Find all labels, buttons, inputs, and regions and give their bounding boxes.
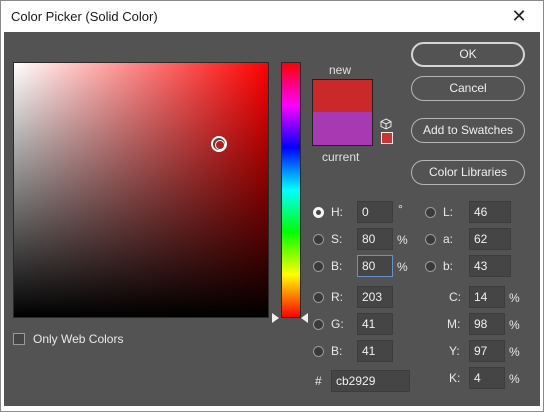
unit-s: % (397, 233, 408, 247)
color-libraries-button[interactable]: Color Libraries (411, 160, 525, 185)
cube-icon[interactable] (380, 118, 392, 130)
label-y: Y: (449, 344, 460, 358)
label-m: M: (447, 317, 461, 331)
label-k: K: (449, 371, 461, 385)
input-m[interactable]: 98 (469, 313, 505, 335)
unit-c: % (509, 291, 520, 305)
input-r[interactable]: 203 (357, 286, 393, 308)
unit-h: ° (398, 202, 403, 216)
unit-b: % (397, 260, 408, 274)
dialog-body: new current OK Cancel Add to Swatches Co… (4, 32, 540, 406)
new-label: new (329, 63, 352, 77)
window-title: Color Picker (Solid Color) (11, 9, 158, 24)
radio-r[interactable] (313, 292, 324, 303)
current-label: current (322, 150, 360, 164)
input-a[interactable]: 62 (469, 228, 511, 250)
input-g[interactable]: 41 (357, 313, 393, 335)
color-picker-window: Color Picker (Solid Color) ✕ new current… (0, 0, 544, 412)
label-s: S: (331, 232, 343, 246)
input-s[interactable]: 80 (357, 228, 393, 250)
radio-a[interactable] (425, 234, 436, 245)
label-rgb-b: B: (331, 344, 343, 358)
radio-lab-b[interactable] (425, 261, 436, 272)
add-to-swatches-button[interactable]: Add to Swatches (411, 118, 525, 143)
hue-slider[interactable] (281, 62, 301, 318)
color-field-marker[interactable] (211, 136, 227, 152)
label-a: a: (443, 232, 454, 246)
label-lab-b: b: (443, 259, 454, 273)
radio-h[interactable] (313, 207, 324, 218)
hue-slider-right-arrow[interactable] (301, 313, 308, 323)
input-b[interactable]: 80 (357, 255, 393, 277)
new-color-swatch (312, 79, 373, 112)
unit-y: % (509, 345, 520, 359)
hue-slider-left-arrow[interactable] (272, 313, 279, 323)
websafe-color-swatch[interactable] (381, 132, 393, 144)
cancel-button[interactable]: Cancel (411, 76, 525, 101)
only-web-colors-checkbox[interactable] (13, 333, 25, 345)
close-icon[interactable]: ✕ (509, 6, 529, 26)
only-web-colors-label: Only Web Colors (33, 332, 124, 346)
input-k[interactable]: 4 (469, 367, 505, 389)
radio-g[interactable] (313, 319, 324, 330)
input-h[interactable]: 0 (357, 201, 393, 223)
label-h: H: (331, 205, 343, 219)
label-g: G: (331, 317, 344, 331)
title-bar: Color Picker (Solid Color) ✕ (1, 1, 543, 32)
label-hex: # (315, 374, 322, 388)
input-rgb-b[interactable]: 41 (357, 340, 393, 362)
label-b: B: (331, 259, 343, 273)
current-color-swatch[interactable] (312, 112, 373, 146)
input-lab-b[interactable]: 43 (469, 255, 511, 277)
radio-s[interactable] (313, 234, 324, 245)
unit-k: % (509, 372, 520, 386)
label-l: L: (443, 205, 454, 219)
label-c: C: (449, 290, 461, 304)
label-r: R: (331, 290, 343, 304)
ok-button[interactable]: OK (411, 42, 525, 67)
input-hex[interactable]: cb2929 (331, 370, 410, 392)
input-c[interactable]: 14 (469, 286, 505, 308)
color-field[interactable] (13, 62, 269, 318)
radio-b[interactable] (313, 261, 324, 272)
unit-m: % (509, 318, 520, 332)
input-y[interactable]: 97 (469, 340, 505, 362)
input-l[interactable]: 46 (469, 201, 511, 223)
radio-l[interactable] (425, 207, 436, 218)
radio-rgb-b[interactable] (313, 346, 324, 357)
